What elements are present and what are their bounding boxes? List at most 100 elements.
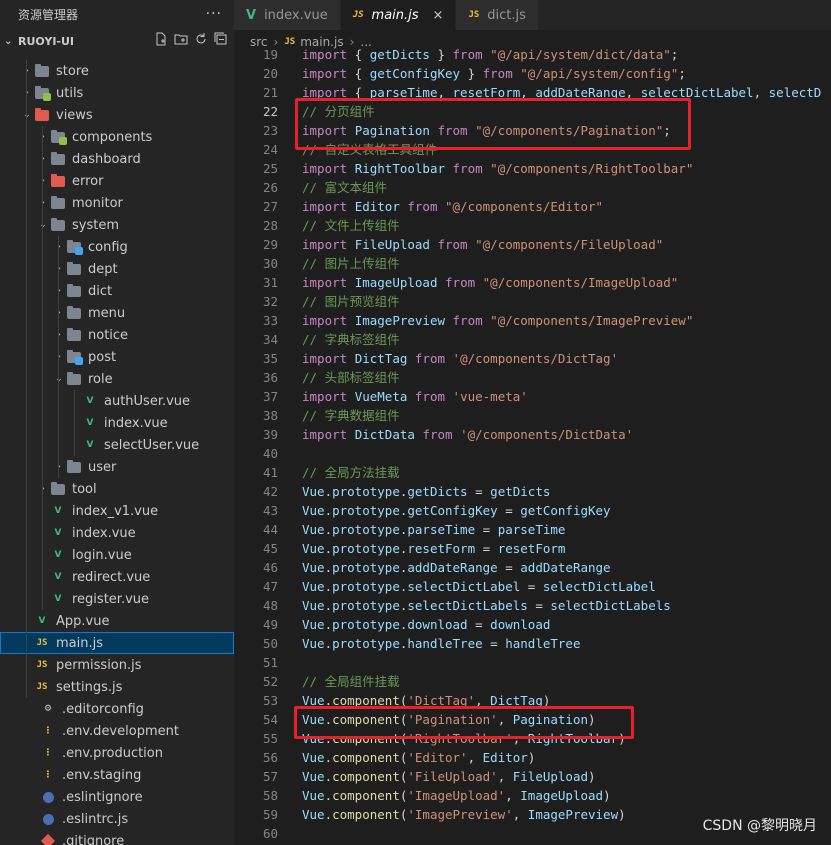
code-text: Vue.component('ImageUpload', ImageUpload… bbox=[302, 788, 611, 803]
tree-item--gitignore[interactable]: .gitignore bbox=[0, 830, 234, 845]
tree-item-dict[interactable]: › dict bbox=[0, 280, 234, 302]
tree-item--eslintrc-js[interactable]: .eslintrc.js bbox=[0, 808, 234, 830]
code-text: Vue.prototype.selectDictLabel = selectDi… bbox=[302, 579, 656, 594]
tree-item-label: post bbox=[88, 349, 117, 365]
js-file-icon: JS bbox=[352, 10, 364, 20]
folder-icon bbox=[50, 195, 66, 211]
tree-item-post[interactable]: › post bbox=[0, 346, 234, 368]
code-line: 26 // 富文本组件 bbox=[234, 178, 831, 197]
folder-icon bbox=[34, 85, 51, 101]
tree-item-config[interactable]: › config bbox=[0, 236, 234, 258]
chevron-right-icon: › bbox=[36, 198, 50, 208]
tree-item--env-staging[interactable]: ⋮ .env.staging bbox=[0, 764, 234, 786]
tab-label: main.js bbox=[371, 7, 419, 23]
pagination-register-highlight bbox=[294, 706, 634, 739]
chevron-right-icon: › bbox=[52, 330, 66, 340]
new-folder-icon[interactable] bbox=[174, 32, 188, 46]
tree-item-label: .env.development bbox=[62, 723, 179, 739]
folder-icon bbox=[50, 129, 67, 145]
code-line: 52 // 全局组件挂载 bbox=[234, 672, 831, 691]
tree-item-main-js[interactable]: JS main.js bbox=[0, 632, 234, 654]
tree-item-app-vue[interactable]: V App.vue bbox=[0, 610, 234, 632]
eslint-icon bbox=[40, 811, 56, 827]
code-line: 46 Vue.prototype.addDateRange = addDateRa… bbox=[234, 558, 831, 577]
line-number: 51 bbox=[262, 655, 278, 670]
tree-item-index-v1-vue[interactable]: Vindex_v1.vue bbox=[0, 500, 234, 522]
line-number: 29 bbox=[262, 237, 278, 252]
chevron-right-icon: › bbox=[36, 132, 50, 142]
close-icon[interactable]: × bbox=[433, 8, 444, 23]
tree-item-label: .env.staging bbox=[62, 767, 142, 783]
tree-item--env-development[interactable]: ⋮ .env.development bbox=[0, 720, 234, 742]
chevron-down-icon: ⌄ bbox=[36, 220, 50, 230]
tree-item-index-vue[interactable]: Vindex.vue bbox=[0, 522, 234, 544]
code-line: 48 Vue.prototype.selectDictLabels = selec… bbox=[234, 596, 831, 615]
tree-item-label: utils bbox=[56, 85, 84, 101]
refresh-icon[interactable] bbox=[194, 32, 208, 46]
js-file-icon: JS bbox=[36, 660, 48, 670]
tree-item-store[interactable]: › store bbox=[0, 60, 234, 82]
line-number: 54 bbox=[262, 712, 278, 727]
eslint-icon bbox=[40, 789, 56, 805]
line-number: 49 bbox=[262, 617, 278, 632]
line-number: 50 bbox=[262, 636, 278, 651]
tree-item-dashboard[interactable]: › dashboard bbox=[0, 148, 234, 170]
tree-item-utils[interactable]: › utils bbox=[0, 82, 234, 104]
tree-item-label: components bbox=[72, 129, 153, 145]
folder-icon bbox=[34, 107, 50, 123]
tree-item-label: views bbox=[56, 107, 93, 123]
tree-item-selectuser-vue[interactable]: VselectUser.vue bbox=[0, 434, 234, 456]
line-number: 27 bbox=[262, 199, 278, 214]
tree-item-components[interactable]: › components bbox=[0, 126, 234, 148]
editor-area: Vindex.vue JS main.js × JS dict.js src › JS main… bbox=[234, 0, 831, 845]
tree-item-role[interactable]: ⌄ role bbox=[0, 368, 234, 390]
tree-item-redirect-vue[interactable]: Vredirect.vue bbox=[0, 566, 234, 588]
tree-item--eslintignore[interactable]: .eslintignore bbox=[0, 786, 234, 808]
tree-item--env-production[interactable]: ⋮ .env.production bbox=[0, 742, 234, 764]
code-text: Vue.component('Editor', Editor) bbox=[302, 750, 536, 765]
tab-main-js[interactable]: JS main.js × bbox=[340, 0, 457, 30]
collapse-all-icon[interactable] bbox=[214, 32, 228, 46]
tree-item-permission-js[interactable]: JS permission.js bbox=[0, 654, 234, 676]
tree-item-dept[interactable]: › dept bbox=[0, 258, 234, 280]
code-line: 19 import { getDicts } from "@/api/system… bbox=[234, 45, 831, 64]
code-line: 34 // 字典标签组件 bbox=[234, 330, 831, 349]
tree-item-tool[interactable]: › tool bbox=[0, 478, 234, 500]
tree-item-views[interactable]: ⌄ views bbox=[0, 104, 234, 126]
line-number: 26 bbox=[262, 180, 278, 195]
env-file-icon: ⋮ bbox=[43, 726, 53, 736]
workspace-root[interactable]: ⌄ RUOYI-UI bbox=[0, 28, 234, 54]
tree-item-label: .env.production bbox=[62, 745, 163, 761]
tree-item-user[interactable]: › user bbox=[0, 456, 234, 478]
line-number: 40 bbox=[262, 446, 278, 461]
tree-item-label: .eslintrc.js bbox=[62, 811, 129, 827]
tree-item-error[interactable]: › error bbox=[0, 170, 234, 192]
explorer-actions bbox=[154, 32, 228, 46]
line-number: 48 bbox=[262, 598, 278, 613]
tree-item-settings-js[interactable]: JS settings.js bbox=[0, 676, 234, 698]
tab-index-vue[interactable]: Vindex.vue bbox=[234, 0, 341, 30]
tree-item-index-vue[interactable]: Vindex.vue bbox=[0, 412, 234, 434]
tree-item-label: store bbox=[56, 63, 89, 79]
tree-item-menu[interactable]: › menu bbox=[0, 302, 234, 324]
folder-icon bbox=[50, 217, 66, 233]
new-file-icon[interactable] bbox=[154, 32, 168, 46]
code-text: import RightToolbar from "@/components/R… bbox=[302, 161, 694, 176]
code-text: // 文件上传组件 bbox=[302, 218, 400, 233]
tree-item-label: tool bbox=[72, 481, 97, 497]
more-actions-icon[interactable]: ··· bbox=[206, 6, 222, 22]
tree-item--editorconfig[interactable]: ⚙ .editorconfig bbox=[0, 698, 234, 720]
tree-item-authuser-vue[interactable]: VauthUser.vue bbox=[0, 390, 234, 412]
vue-file-icon: V bbox=[246, 7, 257, 23]
folder-icon bbox=[66, 283, 82, 299]
tree-item-login-vue[interactable]: Vlogin.vue bbox=[0, 544, 234, 566]
tree-item-register-vue[interactable]: Vregister.vue bbox=[0, 588, 234, 610]
folder-icon bbox=[50, 481, 66, 497]
tree-item-notice[interactable]: › notice bbox=[0, 324, 234, 346]
line-number: 53 bbox=[262, 693, 278, 708]
code-text: import DictTag from '@/components/DictTa… bbox=[302, 351, 619, 366]
tree-item-label: main.js bbox=[56, 635, 103, 651]
tree-item-monitor[interactable]: › monitor bbox=[0, 192, 234, 214]
tree-item-system[interactable]: ⌄ system bbox=[0, 214, 234, 236]
tab-dict-js[interactable]: JS dict.js bbox=[456, 0, 539, 30]
